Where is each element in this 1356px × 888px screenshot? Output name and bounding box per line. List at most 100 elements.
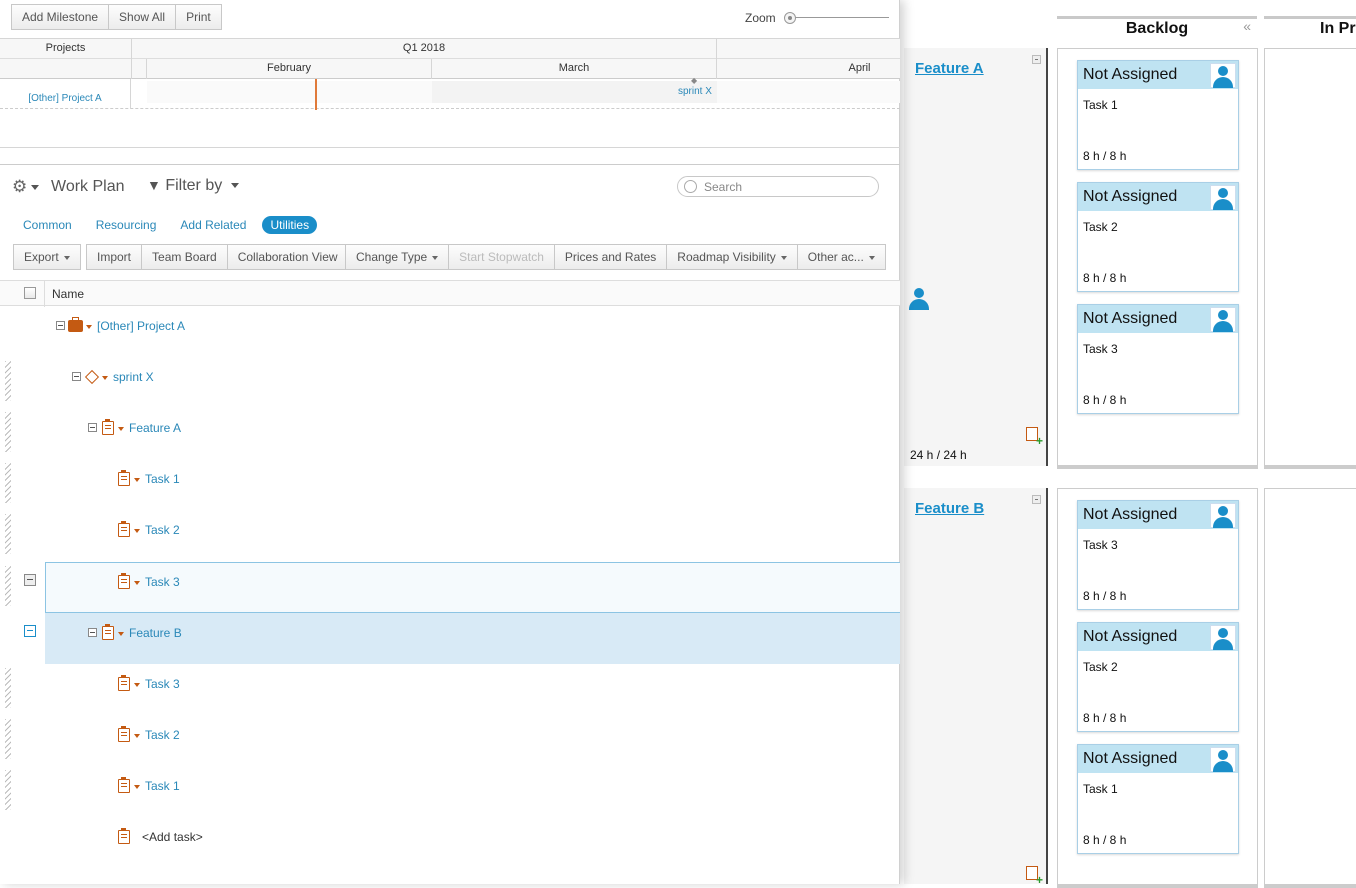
- drag-handle[interactable]: [5, 770, 11, 810]
- timeline-sprint-link[interactable]: sprint X: [678, 86, 712, 97]
- select-all-checkbox[interactable]: [24, 287, 36, 299]
- task-card[interactable]: Not Assigned Task 2 8 h / 8 h: [1077, 622, 1239, 732]
- collapse-left-icon[interactable]: «: [1243, 17, 1251, 36]
- prices-and-rates-button[interactable]: Prices and Rates: [554, 244, 668, 270]
- drag-handle[interactable]: [5, 668, 11, 708]
- row-label[interactable]: Feature B: [129, 626, 182, 640]
- timeline-project-link[interactable]: [Other] Project A: [0, 79, 131, 109]
- other-actions-button[interactable]: Other ac...: [797, 244, 886, 270]
- change-type-button[interactable]: Change Type: [345, 244, 450, 270]
- add-task-link[interactable]: <Add task>: [142, 830, 203, 844]
- chevron-down-icon[interactable]: [134, 529, 140, 533]
- avatar[interactable]: [1210, 625, 1236, 650]
- chevron-down-icon[interactable]: [102, 376, 108, 380]
- avatar[interactable]: [1210, 307, 1236, 332]
- avatar[interactable]: [1210, 503, 1236, 528]
- row-label[interactable]: Feature A: [129, 421, 181, 435]
- table-row[interactable]: Task 2: [0, 510, 900, 561]
- filter-by-dropdown[interactable]: ▼ Filter by: [147, 177, 239, 195]
- zoom-slider-track[interactable]: [790, 17, 889, 18]
- collapse-toggle[interactable]: [88, 423, 97, 432]
- roadmap-visibility-button[interactable]: Roadmap Visibility: [667, 244, 798, 270]
- minimize-icon[interactable]: [1032, 495, 1041, 504]
- project-briefcase-icon: [68, 317, 83, 332]
- table-row[interactable]: Task 1: [0, 459, 900, 510]
- avatar[interactable]: [1210, 63, 1236, 88]
- chevron-down-icon[interactable]: [118, 632, 124, 636]
- tab-add-related[interactable]: Add Related: [172, 216, 254, 234]
- show-all-button[interactable]: Show All: [109, 4, 177, 30]
- table-row[interactable]: Task 3: [0, 664, 900, 715]
- table-row[interactable]: [Other] Project A: [0, 306, 900, 357]
- drag-handle[interactable]: [5, 463, 11, 503]
- drag-handle[interactable]: [5, 719, 11, 759]
- user-icon[interactable]: [909, 288, 929, 310]
- timeline-band-march: [432, 81, 717, 103]
- tab-resourcing[interactable]: Resourcing: [88, 216, 165, 234]
- chevron-down-icon[interactable]: [134, 683, 140, 687]
- avatar[interactable]: [1210, 185, 1236, 210]
- drag-handle[interactable]: [5, 361, 11, 401]
- import-button[interactable]: Import: [86, 244, 143, 270]
- table-row[interactable]: Task 2: [0, 715, 900, 766]
- filter-by-label: Filter by: [165, 177, 223, 194]
- task-card[interactable]: Not Assigned Task 1 8 h / 8 h: [1077, 60, 1239, 170]
- row-label[interactable]: Task 3: [145, 677, 180, 691]
- chevron-down-icon[interactable]: [134, 785, 140, 789]
- table-row[interactable]: Feature A: [0, 408, 900, 459]
- card-assignee: Not Assigned: [1083, 310, 1178, 327]
- task-card[interactable]: Not Assigned Task 3 8 h / 8 h: [1077, 500, 1239, 610]
- task-card[interactable]: Not Assigned Task 2 8 h / 8 h: [1077, 182, 1239, 292]
- row-label[interactable]: [Other] Project A: [97, 319, 185, 333]
- table-row[interactable]: sprint X: [0, 357, 900, 408]
- export-button[interactable]: Export: [13, 244, 81, 270]
- user-icon: [1213, 310, 1233, 332]
- chevron-down-icon[interactable]: [134, 581, 140, 585]
- task-card[interactable]: Not Assigned Task 3 8 h / 8 h: [1077, 304, 1239, 414]
- row-label[interactable]: Task 3: [145, 575, 180, 589]
- row-label[interactable]: Task 2: [145, 728, 180, 742]
- chevron-down-icon[interactable]: [134, 478, 140, 482]
- row-label[interactable]: Task 1: [145, 472, 180, 486]
- chevron-down-icon[interactable]: [118, 427, 124, 431]
- collaboration-view-button[interactable]: Collaboration View: [227, 244, 349, 270]
- tab-utilities[interactable]: Utilities: [262, 216, 318, 234]
- add-card-icon[interactable]: [1026, 427, 1043, 446]
- row-label[interactable]: sprint X: [113, 370, 154, 384]
- collapse-toggle[interactable]: [72, 372, 81, 381]
- swimlane-feature-b: Feature B: [904, 488, 1048, 885]
- minimize-icon[interactable]: [1032, 55, 1041, 64]
- table-row[interactable]: Task 1: [0, 766, 900, 817]
- collapse-toggle[interactable]: [88, 628, 97, 637]
- collapse-toggle[interactable]: [56, 321, 65, 330]
- table-row[interactable]: Task 3: [0, 562, 900, 613]
- start-stopwatch-button[interactable]: Start Stopwatch: [449, 244, 555, 270]
- name-column-header[interactable]: Name: [52, 287, 84, 301]
- row-label[interactable]: Task 2: [145, 523, 180, 537]
- drag-handle[interactable]: [5, 514, 11, 554]
- swimlane-title[interactable]: Feature B: [915, 500, 984, 517]
- zoom-slider-handle[interactable]: [784, 12, 796, 24]
- add-task-row[interactable]: <Add task>: [0, 817, 900, 868]
- task-card[interactable]: Not Assigned Task 1 8 h / 8 h: [1077, 744, 1239, 854]
- table-row[interactable]: Feature B: [0, 613, 900, 664]
- chevron-down-icon[interactable]: [86, 325, 92, 329]
- row-checkbox[interactable]: [24, 625, 36, 637]
- month-header-march: March: [432, 59, 717, 79]
- row-label[interactable]: Task 1: [145, 779, 180, 793]
- team-board-button[interactable]: Team Board: [142, 244, 228, 270]
- gear-icon[interactable]: ⚙: [12, 177, 40, 197]
- drag-handle[interactable]: [5, 566, 11, 606]
- row-checkbox[interactable]: [24, 574, 36, 586]
- add-card-icon[interactable]: [1026, 866, 1043, 885]
- drag-handle[interactable]: [5, 412, 11, 452]
- search-input[interactable]: [704, 178, 874, 195]
- add-milestone-button[interactable]: Add Milestone: [11, 4, 110, 30]
- tab-common[interactable]: Common: [15, 216, 80, 234]
- user-icon: [1213, 750, 1233, 772]
- print-button[interactable]: Print: [176, 4, 222, 30]
- chevron-down-icon[interactable]: [134, 734, 140, 738]
- avatar[interactable]: [1210, 747, 1236, 772]
- export-group: Export: [13, 244, 81, 270]
- timeline-toolbar: Add Milestone Show All Print Zoom: [0, 0, 900, 38]
